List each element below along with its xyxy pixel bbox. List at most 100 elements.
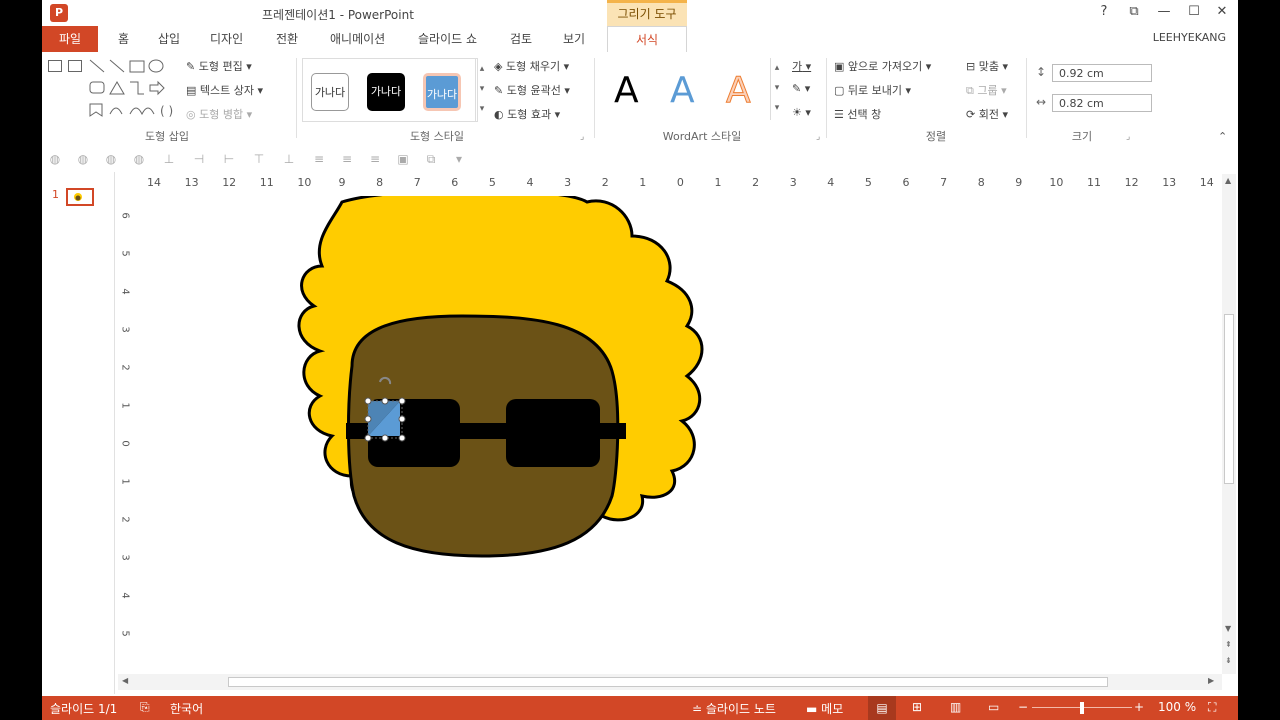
dialog-launcher-icon[interactable]: ⌟ — [816, 132, 820, 142]
shape-icons[interactable]: ( ) — [88, 58, 178, 118]
zoom-slider-thumb[interactable] — [1080, 702, 1084, 714]
ruler-tick-label: 2 — [119, 364, 131, 371]
scroll-right-icon[interactable]: ▶ — [1208, 676, 1214, 685]
dialog-launcher-icon[interactable]: ⌟ — [1126, 132, 1130, 142]
toolbar-ungroup-icon[interactable]: ⧉ — [424, 152, 438, 166]
toolbar-group-icon[interactable]: ▣ — [396, 152, 410, 166]
ruler-tick-label: 8 — [977, 176, 985, 189]
tab-design[interactable]: 디자인 — [210, 30, 243, 47]
minimize-button[interactable]: — — [1154, 4, 1174, 19]
selection-pane-label: 선택 창 — [847, 108, 882, 121]
wordart-style-orange[interactable]: A — [726, 70, 752, 112]
next-slide-icon[interactable]: ⇟ — [1225, 656, 1232, 665]
normal-view-icon[interactable]: ▤ — [868, 696, 896, 720]
help-icon[interactable]: ? — [1094, 4, 1114, 19]
shape-fill-button[interactable]: ◈ 도형 채우기 ▾ — [494, 58, 569, 74]
tab-transitions[interactable]: 전환 — [276, 30, 298, 47]
toolbar-distribute-icon[interactable]: ≡ — [312, 152, 326, 166]
comments-button[interactable]: ▬ 메모 — [806, 700, 843, 717]
text-fill-button[interactable]: 가 ▾ — [792, 58, 811, 74]
shape-style-dark[interactable]: 가나다 — [367, 73, 405, 111]
collapse-ribbon-icon[interactable]: ⌃ — [1218, 130, 1227, 143]
user-account[interactable]: LEEHYEKANG — [1153, 31, 1226, 44]
toolbar-shape-icon[interactable]: ◍ — [104, 152, 118, 166]
textbox-shape-icon[interactable] — [48, 60, 62, 72]
text-outline-button[interactable]: ✎ ▾ — [792, 82, 810, 95]
align-button[interactable]: ⊟ 맞춤 ▾ — [966, 58, 1008, 74]
slide-sorter-icon[interactable]: ⊞ — [912, 700, 922, 714]
zoom-level[interactable]: 100 % — [1158, 700, 1196, 714]
selection-pane-button[interactable]: ☰ 선택 창 — [834, 106, 881, 122]
tab-insert[interactable]: 삽입 — [158, 30, 180, 47]
tab-animations[interactable]: 애니메이션 — [330, 30, 385, 47]
tab-slideshow[interactable]: 슬라이드 쇼 — [418, 30, 477, 47]
text-box-button[interactable]: ▤ 텍스트 상자 ▾ — [186, 82, 263, 98]
shape-gallery[interactable]: ( ) — [48, 58, 178, 118]
slide-drawing[interactable] — [142, 196, 1220, 674]
toolbar-align-icon[interactable]: ⊥ — [282, 152, 296, 166]
tab-review[interactable]: 검토 — [510, 30, 532, 47]
group-button[interactable]: ⧉ 그룹 ▾ — [966, 82, 1007, 98]
reading-view-icon[interactable]: ▥ — [950, 700, 961, 714]
toolbar-distribute-icon[interactable]: ≡ — [368, 152, 382, 166]
horizontal-scrollbar[interactable]: ◀ ▶ — [118, 674, 1222, 690]
gallery-more-icon[interactable]: ▴ ▾ ▾ — [475, 59, 488, 121]
vertical-textbox-shape-icon[interactable] — [68, 60, 82, 72]
toolbar-shape-icon[interactable]: ◍ — [132, 152, 146, 166]
toolbar-shape-icon[interactable]: ◍ — [48, 152, 62, 166]
ruler-tick-label: 4 — [526, 176, 534, 189]
wordart-style-blue[interactable]: A — [670, 70, 695, 111]
slide-thumbnail[interactable] — [66, 188, 94, 206]
scroll-up-icon[interactable]: ▲ — [1225, 176, 1231, 185]
toolbar-distribute-icon[interactable]: ≡ — [340, 152, 354, 166]
toolbar-align-icon[interactable]: ⊤ — [252, 152, 266, 166]
shape-outline-button[interactable]: ✎ 도형 윤곽선 ▾ — [494, 82, 570, 98]
tab-home[interactable]: 홈 — [118, 30, 129, 47]
notes-button[interactable]: ≐ 슬라이드 노트 — [692, 700, 776, 717]
ribbon-display-options-icon[interactable]: ⧉ — [1124, 4, 1144, 19]
shape-style-gallery[interactable]: 가나다 가나다 가나다 ▴ ▾ ▾ — [302, 58, 484, 122]
dialog-launcher-icon[interactable]: ⌟ — [580, 132, 584, 142]
close-button[interactable]: ✕ — [1212, 4, 1232, 19]
gallery-more-icon[interactable]: ▴ ▾ ▾ — [770, 58, 783, 120]
shape-height-input[interactable]: 0.92 cm — [1052, 64, 1152, 82]
bring-forward-button[interactable]: ▣ 앞으로 가져오기 ▾ — [834, 58, 931, 74]
toolbar-align-icon[interactable]: ⊢ — [222, 152, 236, 166]
edit-shape-label: 도형 편집 — [198, 60, 243, 73]
scroll-down-icon[interactable]: ▼ — [1225, 624, 1231, 633]
toolbar-align-icon[interactable]: ⊣ — [192, 152, 206, 166]
toolbar-more-icon[interactable]: ▾ — [452, 152, 466, 166]
text-effects-button[interactable]: ☀ ▾ — [792, 106, 811, 119]
language-indicator[interactable]: 한국어 — [170, 700, 203, 717]
maximize-button[interactable]: ☐ — [1184, 4, 1204, 19]
horizontal-scroll-thumb[interactable] — [228, 677, 1108, 687]
fit-to-window-icon[interactable]: ⛶ — [1208, 700, 1216, 715]
send-backward-button[interactable]: ▢ 뒤로 보내기 ▾ — [834, 82, 911, 98]
zoom-out-icon[interactable]: − — [1018, 700, 1028, 714]
toolbar-shape-icon[interactable]: ◍ — [76, 152, 90, 166]
ruler-tick-label: 13 — [184, 176, 199, 189]
shape-effects-button[interactable]: ◐ 도형 효과 ▾ — [494, 106, 560, 122]
wordart-gallery[interactable]: A A A ▴ ▾ ▾ — [602, 58, 782, 120]
context-tab-group-label: 그리기 도구 — [607, 0, 687, 26]
vertical-scrollbar[interactable]: ▲ ▼ ⇞ ⇟ — [1222, 174, 1236, 674]
toolbar-align-icon[interactable]: ⊥ — [162, 152, 176, 166]
merge-shapes-button[interactable]: ◎ 도형 병합 ▾ — [186, 106, 252, 122]
tab-format[interactable]: 서식 — [607, 26, 687, 52]
previous-slide-icon[interactable]: ⇞ — [1225, 640, 1232, 649]
tab-file[interactable]: 파일 — [42, 26, 98, 52]
zoom-in-icon[interactable]: + — [1134, 700, 1144, 714]
tab-view[interactable]: 보기 — [563, 30, 585, 47]
text-fill-glyph: 가 — [792, 60, 803, 73]
vertical-scroll-thumb[interactable] — [1224, 314, 1234, 484]
slide-canvas[interactable] — [142, 196, 1220, 674]
shape-style-blue[interactable]: 가나다 — [423, 73, 461, 111]
rotate-button[interactable]: ⟳ 회전 ▾ — [966, 106, 1008, 122]
shape-width-input[interactable]: 0.82 cm — [1052, 94, 1152, 112]
edit-shape-button[interactable]: ✎ 도형 편집 ▾ — [186, 58, 252, 74]
slideshow-view-icon[interactable]: ▭ — [988, 700, 999, 714]
spellcheck-icon[interactable]: ⎘ — [140, 700, 150, 715]
wordart-style-black[interactable]: A — [614, 70, 639, 111]
shape-style-outline[interactable]: 가나다 — [311, 73, 349, 111]
scroll-left-icon[interactable]: ◀ — [122, 676, 128, 685]
